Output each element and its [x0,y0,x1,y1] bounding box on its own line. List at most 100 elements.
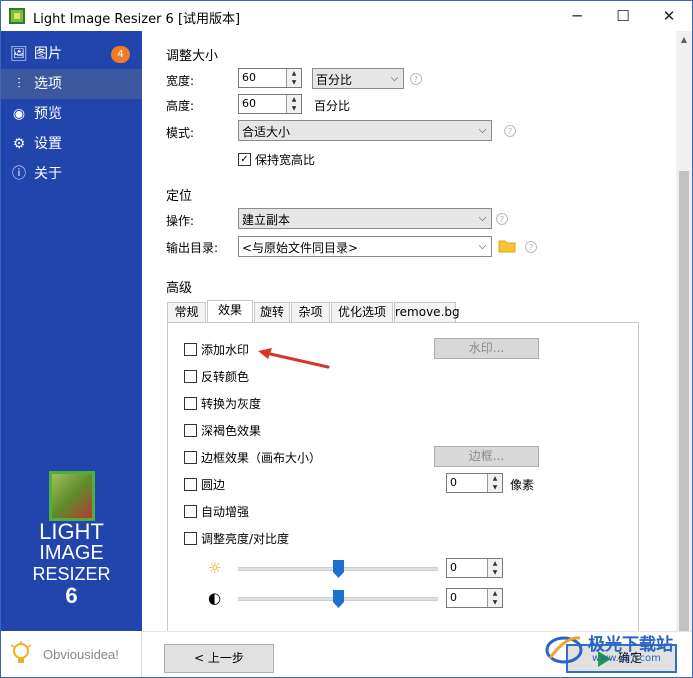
checkbox-box[interactable] [184,424,197,437]
slider-thumb[interactable] [333,560,344,578]
tab-optimize[interactable]: 优化选项 [331,302,393,322]
brand-link[interactable]: Obviousidea! [43,647,119,662]
checkbox-box[interactable] [184,451,197,464]
down-arrow-icon[interactable]: ▼ [287,78,301,87]
scroll-up-icon[interactable]: ▲ [676,31,692,48]
stepper-arrows[interactable]: ▲ ▼ [487,589,502,607]
watermark-logo-icon [545,636,583,664]
up-arrow-icon[interactable]: ▲ [488,589,502,598]
watermark-name: 极光下载站 [588,635,673,654]
scrollbar-thumb[interactable] [679,171,689,631]
eye-icon: ◉ [12,106,26,122]
up-arrow-icon[interactable]: ▲ [287,69,301,78]
watermark-button[interactable]: 水印... [434,338,539,359]
width-label: 宽度: [166,74,195,88]
output-dir-select[interactable]: <与原始文件同目录> ⌵ [238,236,492,257]
checkbox-box[interactable] [184,532,197,545]
product-logo-text: LIGHT IMAGE RESIZER 6 [1,521,142,608]
output-dir-label: 输出目录: [166,241,219,255]
down-arrow-icon[interactable]: ▼ [488,568,502,577]
minimize-button[interactable]: ─ [554,1,600,31]
sidebar-item-label: 关于 [34,166,62,182]
up-arrow-icon[interactable]: ▲ [287,95,301,104]
help-icon[interactable]: ? [525,241,537,253]
checkbox-box[interactable] [184,397,197,410]
sidebar-item-preview[interactable]: ◉ 预览 [1,99,142,129]
tab-effects[interactable]: 效果 [207,300,253,323]
images-icon: 🖼 [10,46,28,62]
tab-remove-bg[interactable]: remove.bg [394,302,460,322]
auto-enhance-label: 自动增强 [201,505,250,519]
site-watermark: 极光下载站 www.xz7.com [540,626,692,670]
checkbox-box[interactable] [184,505,197,518]
checkbox-box[interactable] [184,478,197,491]
sidebar-item-images[interactable]: 🖼 图片 4 [1,39,142,69]
app-window: Light Image Resizer 6 [试用版本] ─ ☐ ✕ 🖼 图片 … [0,0,693,678]
width-value: 60 [242,71,256,84]
watermark-url: www.xz7.com [592,653,661,664]
section-position-heading: 定位 [166,189,193,204]
title-bar: Light Image Resizer 6 [试用版本] ─ ☐ ✕ [1,1,692,31]
down-arrow-icon[interactable]: ▼ [488,483,502,492]
options-panel: 调整大小 宽度: 60 ▲ ▼ 百分比 ⌵ ? 高度: 60 ▲ ▼ 百分比 模式:… [142,31,676,636]
height-stepper[interactable]: 60 ▲ ▼ [238,94,302,114]
logo-line: RESIZER [32,564,111,584]
logo-line: IMAGE [39,542,104,564]
vertical-scrollbar[interactable]: ▲ [676,31,692,631]
round-corner-label: 圆边 [201,478,226,492]
stepper-arrows[interactable]: ▲ ▼ [286,95,301,113]
round-corner-stepper[interactable]: 0 ▲ ▼ [446,473,503,493]
chevron-down-icon: ⌵ [390,73,399,84]
folder-icon[interactable] [498,238,516,253]
brightness-stepper[interactable]: 0 ▲ ▼ [446,558,503,578]
border-label: 边框效果（画布大小） [201,451,322,465]
maximize-button[interactable]: ☐ [600,1,646,31]
contrast-stepper[interactable]: 0 ▲ ▼ [446,588,503,608]
up-arrow-icon[interactable]: ▲ [488,559,502,568]
checkbox-box[interactable] [184,370,197,383]
output-dir-value: <与原始文件同目录> [242,241,359,255]
sidebar-item-options[interactable]: ⫶ 选项 [1,69,142,99]
checkbox-box[interactable] [184,343,197,356]
height-value: 60 [242,97,256,110]
contrast-slider[interactable] [238,590,438,608]
checkbox-box[interactable]: ✓ [238,153,251,166]
stepper-arrows[interactable]: ▲ ▼ [487,559,502,577]
height-unit-label: 百分比 [314,99,351,113]
sidebar-item-about[interactable]: ⓘ 关于 [1,159,142,189]
stepper-arrows[interactable]: ▲ ▼ [487,474,502,492]
help-icon[interactable]: ? [496,213,508,225]
stepper-arrows[interactable]: ▲ ▼ [286,69,301,87]
unit-select[interactable]: 百分比 ⌵ [312,68,404,89]
section-advanced-heading: 高级 [166,281,193,296]
close-button[interactable]: ✕ [646,1,692,31]
tab-rotate[interactable]: 旋转 [254,302,290,322]
down-arrow-icon[interactable]: ▼ [488,598,502,607]
brightness-contrast-label: 调整亮度/对比度 [201,532,290,546]
contrast-icon: ◐ [208,589,222,607]
gear-icon: ⚙ [12,136,26,152]
sidebar-item-settings[interactable]: ⚙ 设置 [1,129,142,159]
tab-misc[interactable]: 杂项 [291,302,330,322]
down-arrow-icon[interactable]: ▼ [287,104,301,113]
up-arrow-icon[interactable]: ▲ [488,474,502,483]
brightness-value: 0 [450,561,457,574]
sepia-label: 深褐色效果 [201,424,262,438]
help-icon[interactable]: ? [504,125,516,137]
slider-thumb[interactable] [333,590,344,608]
brightness-slider[interactable] [238,560,438,578]
border-button[interactable]: 边框... [434,446,539,467]
keep-ratio-label: 保持宽高比 [255,153,316,167]
tab-general[interactable]: 常规 [167,302,206,322]
image-count-badge: 4 [111,46,130,63]
back-button[interactable]: < 上一步 [164,644,274,673]
logo-line: 6 [65,583,78,608]
lightbulb-icon [10,641,32,663]
width-stepper[interactable]: 60 ▲ ▼ [238,68,302,88]
info-icon: ⓘ [12,166,26,182]
help-icon[interactable]: ? [410,73,422,85]
action-select[interactable]: 建立副本 ⌵ [238,208,492,229]
watermark-label: 添加水印 [201,343,250,357]
mode-select[interactable]: 合适大小 ⌵ [238,120,492,141]
brightness-icon: ☼ [208,559,222,577]
